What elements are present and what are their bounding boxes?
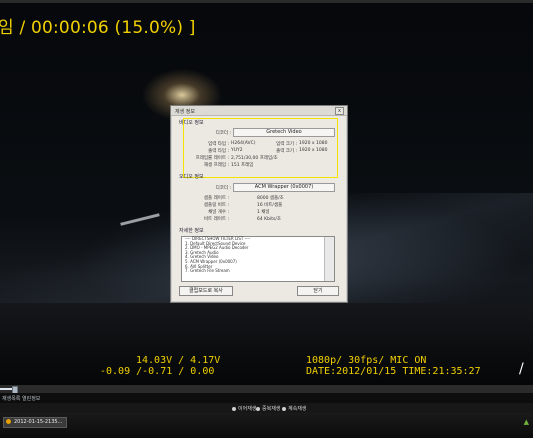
samplerate-value: 8000 샘플/초 (257, 196, 284, 201)
option-resume-play[interactable]: 이어재생 (232, 405, 256, 412)
seek-bar-fill (0, 388, 12, 390)
framerate-value: 2,751/30,00 프레임/초 (231, 156, 278, 161)
bits-value: 16 비트/샘플 (257, 203, 283, 208)
output-type-label: 출력 타입 : (208, 149, 229, 154)
video-codec-label: 디코더 : (215, 131, 231, 136)
playlist-header: 재생목록 열린정보 (0, 393, 533, 403)
radio-icon (256, 406, 260, 411)
list-item: 7. Gretech File Stream (185, 268, 230, 274)
taskbar-item[interactable]: 2012-01-15-2135... (3, 417, 67, 428)
close-button[interactable]: 닫기 (297, 286, 339, 296)
audio-section-heading: 오디오 정보 (179, 174, 204, 180)
option-duplicate-play[interactable]: 중복재생 (256, 405, 280, 412)
mouse-cursor-icon: / (519, 361, 524, 377)
dialog-title: 재생 정보 (175, 109, 195, 115)
framerate-label: 프레임률 레이트 : (195, 156, 229, 161)
output-size-value: 1920 x 1080 (299, 148, 328, 153)
bitrate-value: 64 Kbits/초 (257, 217, 281, 222)
taskbar: 2012-01-15-2135... ▲ (0, 413, 533, 438)
video-codec-field: Gretech Video (233, 128, 335, 137)
bitrate-label: 비트 레이트 : (203, 217, 229, 222)
playback-options-bar: 이어재생 중복재생 계속재생 (0, 403, 533, 413)
osd-gsensor: -0.09 /-0.71 / 0.00 (100, 366, 215, 377)
tray-arrow-icon[interactable]: ▲ (524, 418, 529, 426)
input-size-label: 입력 크기 : (276, 142, 297, 147)
radio-icon (282, 406, 286, 411)
total-frames-label: 재생 프레임 : (203, 163, 229, 168)
total-frames-value: 151 프레임 (231, 163, 254, 168)
video-section-heading: 비디오 정보 (179, 120, 204, 126)
playback-timecode: 임 / 00:00:06 (15.0%) ] (0, 18, 196, 38)
osd-format: 1080p/ 30fps/ MIC ON (306, 355, 427, 366)
copy-to-clipboard-button[interactable]: 클립보드로 복사 (179, 286, 233, 296)
filter-list[interactable]: ---- DIRECTSHOW FILTER LIST ---- 1. Defa… (181, 236, 335, 282)
playlist-title: 재생목록 열린정보 (2, 396, 41, 402)
bits-label: 샘플링 비트 : (203, 203, 229, 208)
input-type-value: H264(AVC) (231, 141, 256, 146)
output-size-label: 출력 크기 : (276, 149, 297, 154)
samplerate-label: 샘플 레이트 : (203, 196, 229, 201)
playback-info-dialog: 재생 정보 x 비디오 정보 디코더 : Gretech Video 입력 타입… (170, 105, 348, 303)
player-app-icon (6, 419, 11, 424)
details-section-heading: 자세한 정보 (179, 228, 204, 234)
channels-value: 1 채널 (257, 210, 270, 215)
dialog-titlebar[interactable]: 재생 정보 x (171, 106, 347, 116)
channels-label: 채널 개수 : (208, 210, 229, 215)
option-continuous-play[interactable]: 계속재생 (282, 405, 306, 412)
seek-bar[interactable] (0, 385, 533, 394)
audio-codec-field: ACM Wrapper (0x0007) (233, 183, 335, 192)
close-icon[interactable]: x (335, 107, 344, 115)
osd-voltage: 14.03V / 4.17V (136, 355, 221, 366)
input-type-label: 입력 타입 : (208, 142, 229, 147)
input-size-value: 1920 x 1080 (299, 141, 328, 146)
list-scrollbar[interactable] (324, 237, 334, 281)
osd-datetime: DATE:2012/01/15 TIME:21:35:27 (306, 366, 481, 377)
output-type-value: YUY2 (231, 148, 243, 153)
audio-codec-label: 디코더 : (215, 186, 231, 191)
radio-icon (232, 406, 236, 411)
